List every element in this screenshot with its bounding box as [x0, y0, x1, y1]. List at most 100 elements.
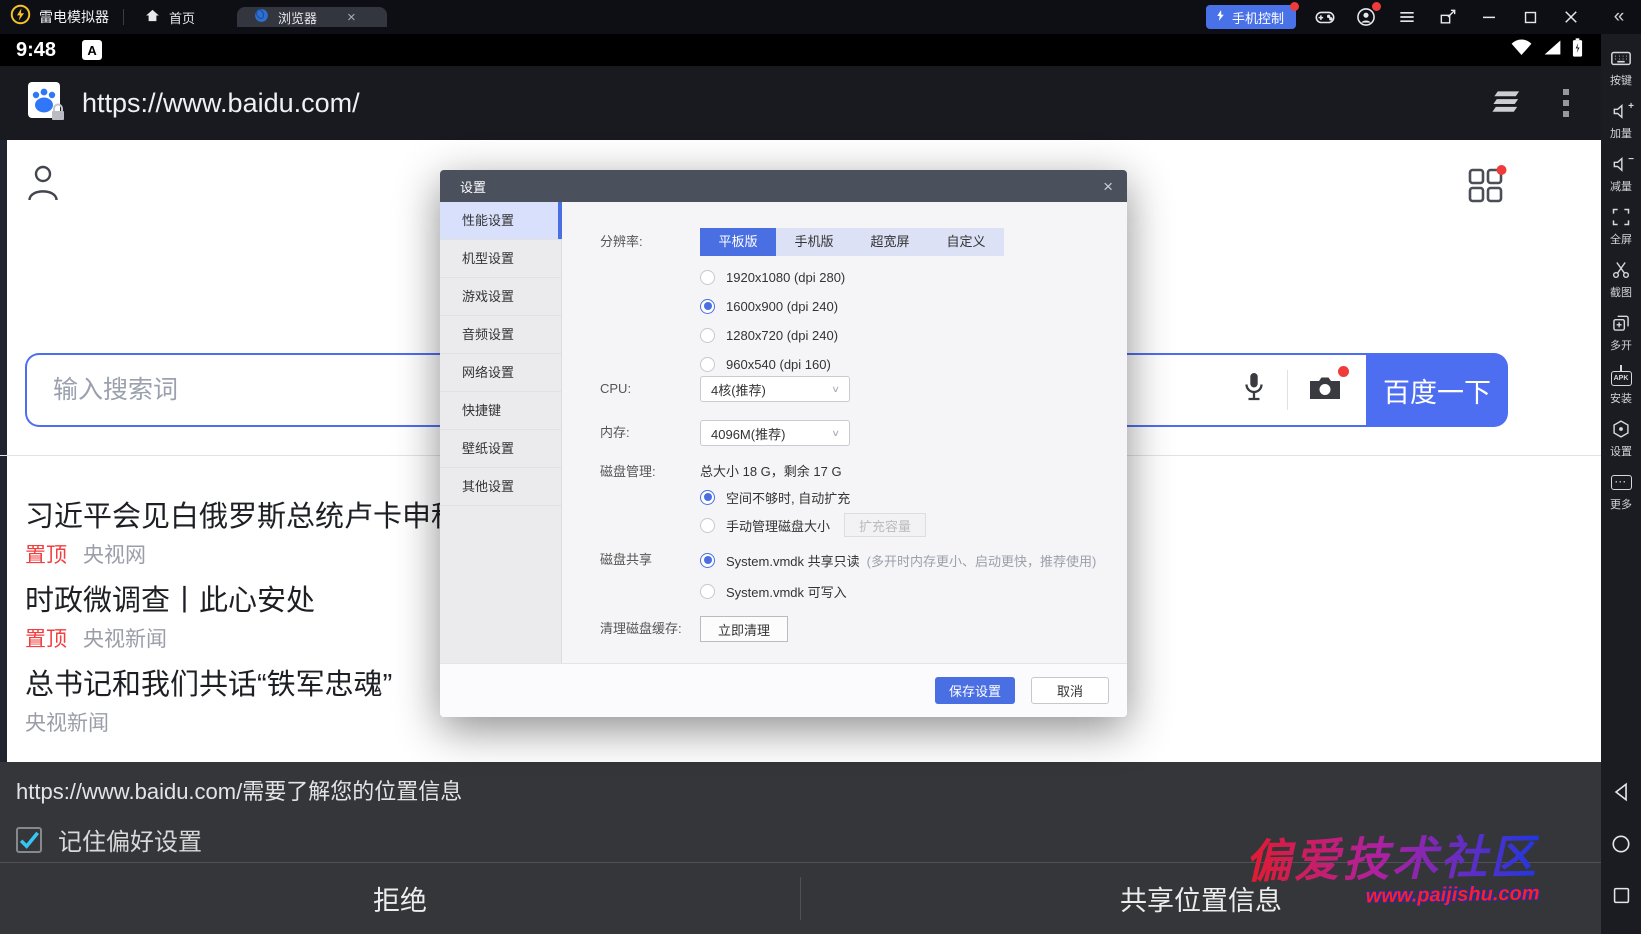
- radio-selected-icon[interactable]: [700, 299, 715, 314]
- chevron-down-icon: ∨: [831, 384, 840, 395]
- sidebar-item-wallpaper[interactable]: 壁纸设置: [440, 430, 561, 468]
- sidebar-item-network[interactable]: 网络设置: [440, 354, 561, 392]
- emulator-window: 雷电模拟器 首页 浏览器 × 手机控制: [0, 0, 1641, 934]
- news-source: 央视网: [83, 542, 146, 570]
- sidebar-item-game[interactable]: 游戏设置: [440, 278, 561, 316]
- resolution-label: 分辨率:: [600, 228, 700, 372]
- tab-tablet[interactable]: 平板版: [700, 228, 776, 256]
- tab-home[interactable]: 首页: [128, 7, 211, 27]
- deny-button[interactable]: 拒绝: [0, 863, 800, 934]
- browser-menu-icon[interactable]: [1561, 87, 1571, 119]
- radio-icon[interactable]: [700, 270, 715, 285]
- baidu-search-button[interactable]: 百度一下: [1366, 353, 1508, 427]
- share-writable-option[interactable]: System.vmdk 可写入: [700, 583, 1096, 599]
- toolbar-item-more[interactable]: ··· 更多: [1610, 471, 1632, 512]
- toolbar-item-install-apk[interactable]: APK 安装: [1610, 365, 1632, 406]
- memory-select[interactable]: 4096M(推荐) ∨: [700, 420, 850, 446]
- share-readonly-option[interactable]: System.vmdk 共享只读 (多开时内存更小、启动更快，推荐使用): [700, 552, 1096, 568]
- resolution-option-1280[interactable]: 1280x720 (dpi 240): [700, 327, 1004, 343]
- keyboard-icon: [1610, 47, 1632, 69]
- toolbar-item-keymap[interactable]: 按键: [1610, 47, 1632, 88]
- tab-close-icon[interactable]: ×: [347, 9, 356, 26]
- url-bar[interactable]: https://www.baidu.com/: [82, 88, 360, 119]
- cancel-button[interactable]: 取消: [1031, 677, 1109, 704]
- toolbar-item-volume-up[interactable]: + 加量: [1610, 100, 1632, 141]
- phone-control-button[interactable]: 手机控制: [1206, 5, 1296, 29]
- disk-controls: 总大小 18 G，剩余 17 G 空间不够时, 自动扩充 手动管理磁盘大小 扩充…: [700, 464, 926, 537]
- titlebar-spacer: [387, 0, 1206, 34]
- radio-icon[interactable]: [700, 328, 715, 343]
- toolbar-item-fullscreen[interactable]: 全屏: [1610, 206, 1632, 247]
- sidebar-item-performance[interactable]: 性能设置: [440, 202, 561, 240]
- dialog-sidebar: 性能设置 机型设置 游戏设置 音频设置 网络设置 快捷键 壁纸设置 其他设置: [440, 202, 562, 663]
- toolbar-item-settings[interactable]: 设置: [1610, 418, 1632, 459]
- nav-home-icon[interactable]: [1611, 834, 1631, 859]
- sidebar-item-shortcuts[interactable]: 快捷键: [440, 392, 561, 430]
- nav-recents-icon[interactable]: [1612, 886, 1631, 910]
- apps-grid-icon[interactable]: [1467, 165, 1507, 208]
- home-icon: [144, 7, 161, 27]
- disk-share-row: 磁盘共享 System.vmdk 共享只读 (多开时内存更小、启动更快，推荐使用…: [600, 552, 1127, 599]
- news-tag: 置顶: [25, 626, 67, 654]
- camera-icon[interactable]: [1308, 374, 1342, 407]
- camera-badge: [1338, 366, 1349, 377]
- radio-selected-icon[interactable]: [700, 553, 715, 568]
- tab-phone[interactable]: 手机版: [776, 228, 852, 256]
- tab-ultrawide[interactable]: 超宽屏: [852, 228, 928, 256]
- maximize-icon[interactable]: [1518, 5, 1542, 29]
- readonly-note: (多开时内存更小、启动更快，推荐使用): [867, 551, 1097, 570]
- cache-label: 清理磁盘缓存:: [600, 621, 700, 637]
- profile-icon[interactable]: [26, 162, 60, 207]
- collapse-sidebar-icon[interactable]: «: [1597, 0, 1641, 34]
- allow-button[interactable]: 共享位置信息: [801, 863, 1601, 934]
- cpu-label: CPU:: [600, 381, 700, 397]
- settings-hexagon-icon: [1610, 418, 1632, 440]
- menu-icon[interactable]: [1395, 5, 1419, 29]
- cpu-select[interactable]: 4核(推荐) ∨: [700, 376, 850, 402]
- resolution-controls: 平板版 手机版 超宽屏 自定义 1920x1080 (dpi 280): [700, 228, 1004, 372]
- resolution-option-1920[interactable]: 1920x1080 (dpi 280): [700, 269, 1004, 285]
- resolution-option-960[interactable]: 960x540 (dpi 160): [700, 356, 1004, 372]
- disk-summary: 总大小 18 G，剩余 17 G: [700, 464, 926, 480]
- news-source: 央视新闻: [83, 626, 167, 654]
- cache-row: 清理磁盘缓存: 立即清理: [600, 616, 1127, 642]
- tab-custom[interactable]: 自定义: [928, 228, 1004, 256]
- sidebar-item-other[interactable]: 其他设置: [440, 468, 561, 506]
- chevron-down-icon: ∨: [831, 428, 840, 439]
- microphone-icon[interactable]: [1241, 371, 1267, 410]
- memory-label: 内存:: [600, 425, 700, 441]
- save-settings-button[interactable]: 保存设置: [935, 677, 1015, 704]
- dialog-titlebar[interactable]: 设置 ×: [440, 170, 1127, 202]
- resolution-option-1600[interactable]: 1600x900 (dpi 240): [700, 298, 1004, 314]
- disk-row: 磁盘管理: 总大小 18 G，剩余 17 G 空间不够时, 自动扩充 手动管理磁…: [600, 464, 1127, 537]
- sidebar-item-audio[interactable]: 音频设置: [440, 316, 561, 354]
- clean-now-button[interactable]: 立即清理: [700, 616, 788, 642]
- radio-icon[interactable]: [700, 518, 715, 533]
- disk-share-controls: System.vmdk 共享只读 (多开时内存更小、启动更快，推荐使用) Sys…: [700, 552, 1096, 599]
- user-account-icon[interactable]: [1354, 5, 1378, 29]
- minimize-icon[interactable]: [1477, 5, 1501, 29]
- radio-icon[interactable]: [700, 357, 715, 372]
- close-window-icon[interactable]: [1559, 5, 1583, 29]
- remember-label: 记住偏好设置: [58, 822, 202, 857]
- disk-manual-option[interactable]: 手动管理磁盘大小 扩充容量: [700, 513, 926, 537]
- gamepad-icon[interactable]: [1313, 5, 1337, 29]
- tab-browser[interactable]: 浏览器 ×: [237, 7, 387, 27]
- nav-back-icon[interactable]: [1612, 782, 1631, 807]
- globe-icon: [253, 7, 270, 27]
- dialog-content: 分辨率: 平板版 手机版 超宽屏 自定义 1920: [562, 202, 1127, 663]
- resize-window-icon[interactable]: [1436, 5, 1460, 29]
- toolbar-item-screenshot[interactable]: 截图: [1610, 259, 1632, 300]
- cpu-row: CPU: 4核(推荐) ∨: [600, 376, 1127, 402]
- fullscreen-icon: [1610, 206, 1632, 228]
- disk-auto-option[interactable]: 空间不够时, 自动扩充: [700, 489, 926, 505]
- remember-checkbox[interactable]: [16, 827, 42, 853]
- toolbar-item-volume-down[interactable]: − 减量: [1610, 153, 1632, 194]
- expand-capacity-button[interactable]: 扩充容量: [844, 513, 926, 537]
- radio-selected-icon[interactable]: [700, 490, 715, 505]
- dialog-close-icon[interactable]: ×: [1103, 178, 1113, 195]
- sidebar-item-device-model[interactable]: 机型设置: [440, 240, 561, 278]
- toolbar-item-multi-instance[interactable]: 多开: [1610, 312, 1632, 353]
- tabs-stack-icon[interactable]: [1490, 89, 1523, 117]
- radio-icon[interactable]: [700, 584, 715, 599]
